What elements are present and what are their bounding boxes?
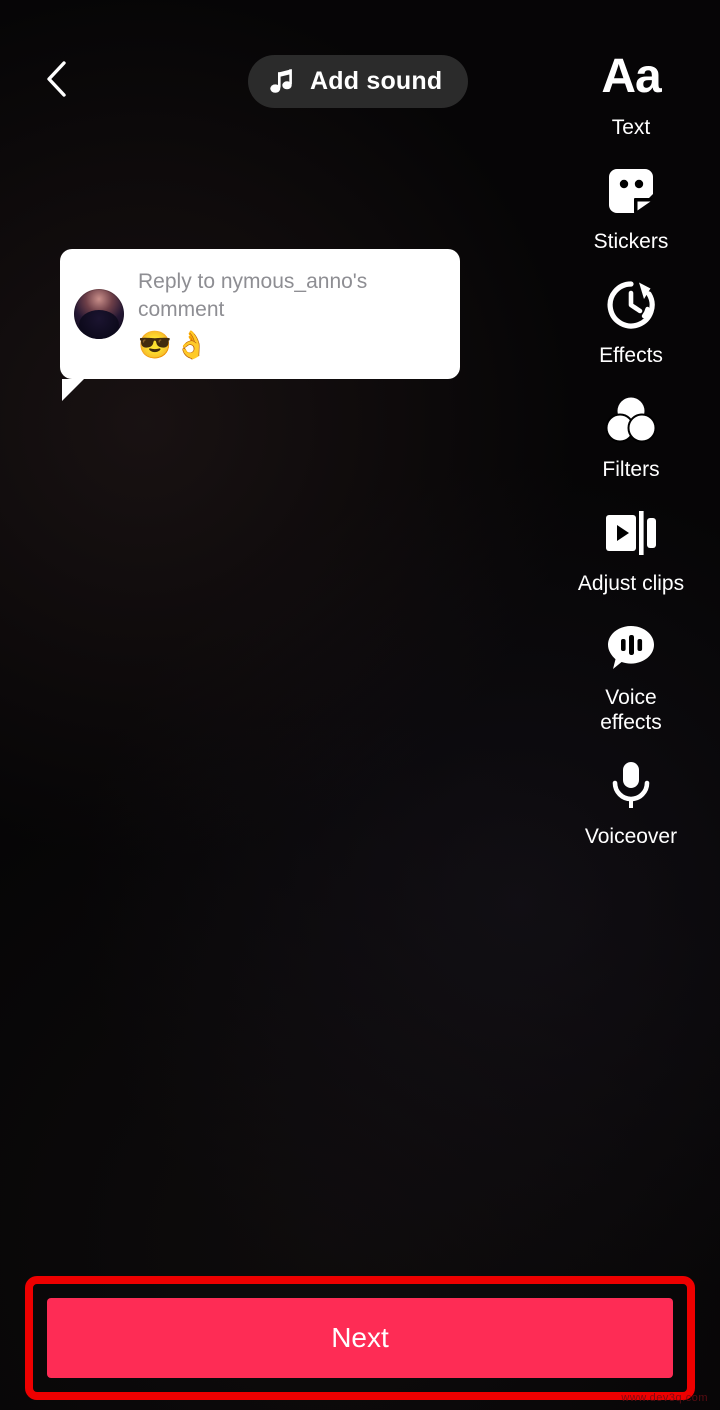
tool-voice-effects-label: Voice effects [600,685,661,735]
tool-filters-label: Filters [602,457,659,482]
add-sound-label: Add sound [310,67,442,96]
tool-effects[interactable]: Effects [542,274,720,368]
adjust-clips-icon [600,502,662,564]
avatar [74,289,124,339]
text-aa-icon: Aa [600,46,662,108]
tool-voice-effects[interactable]: Voice effects [542,616,720,735]
tool-adjust-clips-label: Adjust clips [578,571,684,596]
tool-effects-label: Effects [599,343,663,368]
next-button[interactable]: Next [47,1298,673,1378]
effects-clock-icon [600,274,662,336]
music-note-icon [270,68,296,96]
next-button-label: Next [331,1322,389,1354]
back-button[interactable] [28,52,84,106]
watermark: www.dev3q.com [621,1392,708,1404]
text-aa-glyph: Aa [601,51,660,103]
reply-emoji: 😎👌 [138,329,368,361]
sticker-icon [600,160,662,222]
card-tail [62,379,84,401]
tool-text[interactable]: Aa Text [542,46,720,140]
video-editor-screen: Add sound Aa Text Stickers [0,0,720,1410]
tool-stickers[interactable]: Stickers [542,160,720,254]
filters-circles-icon [600,388,662,450]
voice-effects-icon [600,616,662,678]
reply-text-block: Reply to nymous_anno's comment 😎👌 [138,268,368,361]
tool-voiceover-label: Voiceover [585,824,677,849]
tool-rail: Aa Text Stickers [542,46,720,869]
chevron-left-icon [44,60,68,98]
microphone-icon [600,755,662,817]
add-sound-button[interactable]: Add sound [248,55,468,108]
reply-prompt: Reply to nymous_anno's comment [138,268,368,324]
tool-adjust-clips[interactable]: Adjust clips [542,502,720,596]
tool-text-label: Text [612,115,651,140]
tool-filters[interactable]: Filters [542,388,720,482]
reply-comment-card[interactable]: Reply to nymous_anno's comment 😎👌 [60,249,460,379]
tool-stickers-label: Stickers [594,229,669,254]
tool-voiceover[interactable]: Voiceover [542,755,720,849]
